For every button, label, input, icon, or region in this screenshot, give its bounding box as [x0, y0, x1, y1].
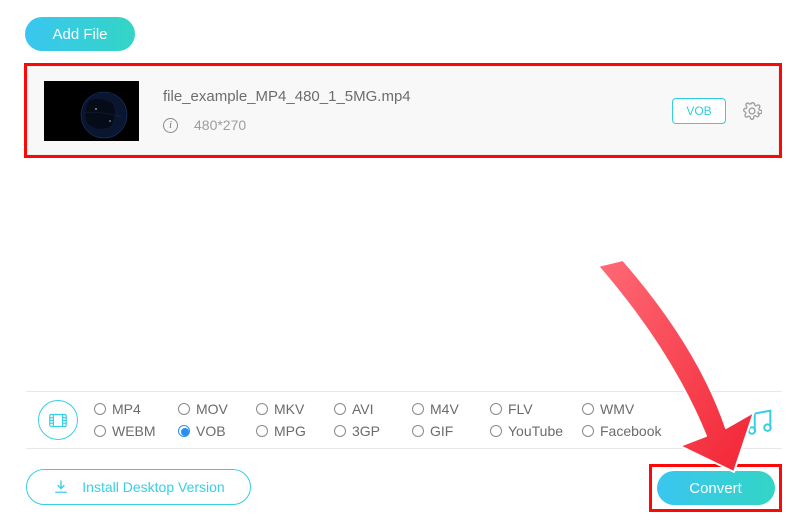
- radio-icon: [412, 425, 424, 437]
- radio-icon: [490, 403, 502, 415]
- format-option-3gp[interactable]: 3GP: [334, 423, 412, 439]
- radio-icon: [334, 425, 346, 437]
- format-option-label: GIF: [430, 423, 453, 439]
- format-option-label: MPG: [274, 423, 306, 439]
- format-option-facebook[interactable]: Facebook: [582, 423, 674, 439]
- format-option-label: MKV: [274, 401, 304, 417]
- radio-icon: [256, 425, 268, 437]
- format-option-youtube[interactable]: YouTube: [490, 423, 582, 439]
- format-option-label: FLV: [508, 401, 533, 417]
- format-option-vob[interactable]: VOB: [178, 423, 256, 439]
- radio-icon: [582, 403, 594, 415]
- format-option-label: VOB: [196, 423, 226, 439]
- download-icon: [52, 478, 70, 496]
- formats-bar: MP4 MOV MKV AVI M4V FLV WMV WEBM VOB MPG 3GP GIF You…: [26, 391, 782, 449]
- radio-icon: [412, 403, 424, 415]
- format-option-label: MOV: [196, 401, 228, 417]
- format-option-label: M4V: [430, 401, 459, 417]
- install-desktop-label: Install Desktop Version: [82, 479, 224, 495]
- format-option-mpg[interactable]: MPG: [256, 423, 334, 439]
- radio-icon: [94, 425, 106, 437]
- format-option-m4v[interactable]: M4V: [412, 401, 490, 417]
- radio-icon: [582, 425, 594, 437]
- install-desktop-button[interactable]: Install Desktop Version: [26, 469, 251, 505]
- file-name: file_example_MP4_480_1_5MG.mp4: [163, 88, 672, 105]
- format-option-flv[interactable]: FLV: [490, 401, 582, 417]
- format-option-label: YouTube: [508, 423, 563, 439]
- radio-icon: [178, 403, 190, 415]
- format-option-label: MP4: [112, 401, 141, 417]
- format-option-gif[interactable]: GIF: [412, 423, 490, 439]
- radio-icon: [490, 425, 502, 437]
- video-thumbnail: [44, 81, 139, 141]
- format-option-avi[interactable]: AVI: [334, 401, 412, 417]
- format-option-label: WEBM: [112, 423, 156, 439]
- file-row[interactable]: file_example_MP4_480_1_5MG.mp4 i 480*270…: [27, 66, 779, 155]
- info-icon[interactable]: i: [163, 118, 178, 133]
- add-file-button[interactable]: Add File: [25, 17, 135, 51]
- file-meta: file_example_MP4_480_1_5MG.mp4 i 480*270: [163, 88, 672, 133]
- formats-grid: MP4 MOV MKV AVI M4V FLV WMV WEBM VOB MPG 3GP GIF You…: [94, 401, 674, 439]
- radio-icon: [94, 403, 106, 415]
- format-option-mkv[interactable]: MKV: [256, 401, 334, 417]
- format-option-wmv[interactable]: WMV: [582, 401, 674, 417]
- file-row-highlight: file_example_MP4_480_1_5MG.mp4 i 480*270…: [24, 63, 782, 158]
- format-option-label: WMV: [600, 401, 634, 417]
- format-option-label: AVI: [352, 401, 374, 417]
- format-option-webm[interactable]: WEBM: [94, 423, 178, 439]
- output-format-badge[interactable]: VOB: [672, 98, 726, 124]
- radio-icon: [334, 403, 346, 415]
- gear-icon[interactable]: [742, 101, 762, 121]
- format-option-mov[interactable]: MOV: [178, 401, 256, 417]
- file-resolution: 480*270: [194, 117, 246, 133]
- format-option-label: Facebook: [600, 423, 661, 439]
- format-option-label: 3GP: [352, 423, 380, 439]
- radio-icon: [178, 425, 190, 437]
- convert-button-highlight: Convert: [649, 464, 782, 512]
- radio-icon: [256, 403, 268, 415]
- convert-button[interactable]: Convert: [657, 471, 775, 505]
- audio-category-icon[interactable]: [742, 405, 776, 439]
- format-option-mp4[interactable]: MP4: [94, 401, 178, 417]
- video-category-icon[interactable]: [38, 400, 78, 440]
